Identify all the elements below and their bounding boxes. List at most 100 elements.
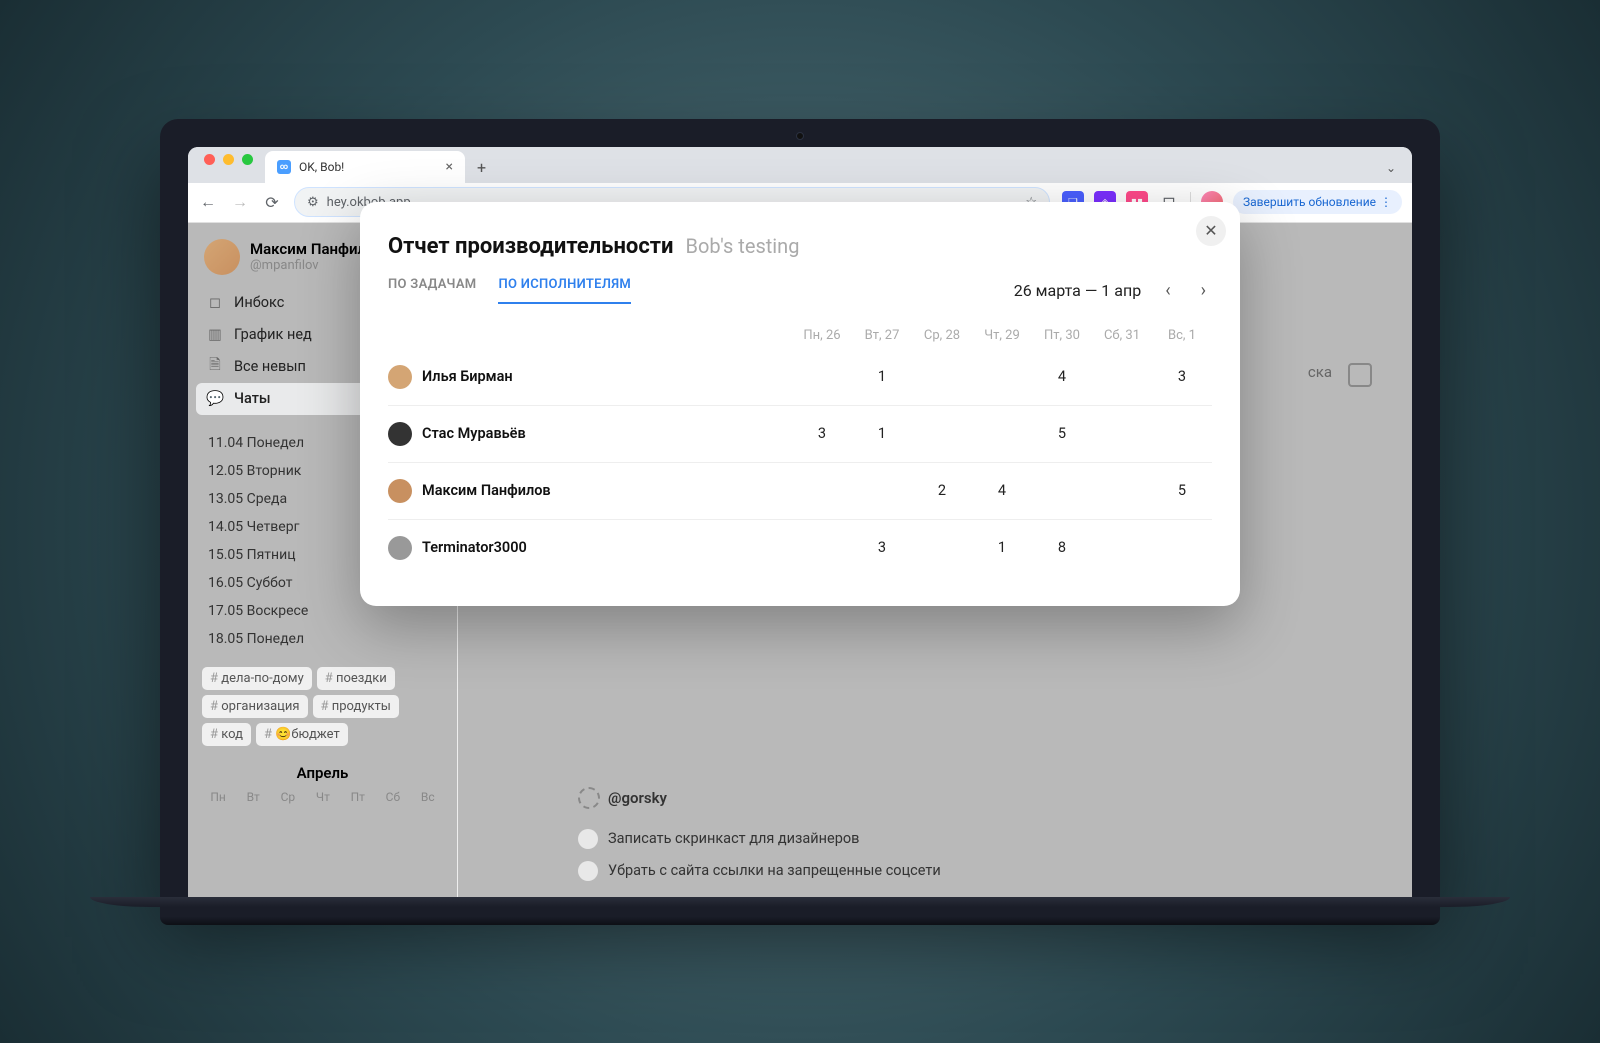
date-range-nav: 26 марта — 1 апр ‹ › bbox=[1014, 278, 1212, 303]
laptop-camera bbox=[796, 132, 804, 140]
assignee-handle: @gorsky bbox=[608, 789, 667, 807]
value-cell: 8 bbox=[1032, 539, 1092, 556]
value-cell: 1 bbox=[852, 425, 912, 442]
productivity-report-modal: ✕ Отчет производительности Bob's testing… bbox=[360, 202, 1240, 606]
tab-by-assignees[interactable]: ПО ИСПОЛНИТЕЛЯМ bbox=[498, 277, 631, 304]
report-row: Илья Бирман 1 4 3 bbox=[388, 349, 1212, 405]
update-browser-button[interactable]: Завершить обновление ⋮ bbox=[1233, 190, 1402, 214]
tag-chip[interactable]: # поездки bbox=[317, 667, 395, 690]
nav-chats-label: Чаты bbox=[234, 390, 271, 407]
assignee-avatar bbox=[388, 536, 412, 560]
nav-overdue-label: Все невып bbox=[234, 358, 306, 375]
prev-week-button[interactable]: ‹ bbox=[1159, 278, 1176, 303]
value-cell: 1 bbox=[852, 368, 912, 385]
value-cell: 4 bbox=[972, 482, 1032, 499]
value-cell: 1 bbox=[972, 539, 1032, 556]
reload-button[interactable]: ⟳ bbox=[262, 193, 282, 212]
next-week-button[interactable]: › bbox=[1195, 278, 1212, 303]
date-item[interactable]: 18.05 Понедел bbox=[204, 625, 441, 653]
minimize-window-icon[interactable] bbox=[223, 154, 234, 165]
weekday-label: Вс bbox=[421, 790, 435, 804]
assignee-cell: Стас Муравьёв bbox=[388, 422, 792, 446]
modal-title: Отчет производительности bbox=[388, 234, 673, 259]
value-cell: 4 bbox=[1032, 368, 1092, 385]
tab-title: OK, Bob! bbox=[299, 160, 344, 174]
board-view-icon[interactable] bbox=[1348, 363, 1372, 387]
user-avatar[interactable] bbox=[204, 239, 240, 275]
report-table: Пн, 26Вт, 27Ср, 28Чт, 29Пт, 30Сб, 31Вс, … bbox=[388, 322, 1212, 576]
task-title: Убрать с сайта ссылки на запрещенные соц… bbox=[608, 862, 941, 879]
weekday-label: Вт bbox=[247, 790, 260, 804]
board-label-partial: ска bbox=[1308, 363, 1332, 387]
report-header-row: Пн, 26Вт, 27Ср, 28Чт, 29Пт, 30Сб, 31Вс, … bbox=[388, 322, 1212, 349]
column-header: Сб, 31 bbox=[1092, 328, 1152, 343]
more-icon: ⋮ bbox=[1380, 195, 1392, 209]
task-checkbox-icon[interactable] bbox=[578, 861, 598, 881]
tag-chip[interactable]: # код bbox=[202, 723, 251, 746]
calendar-icon: ▥ bbox=[206, 326, 224, 344]
column-header: Вс, 1 bbox=[1152, 328, 1212, 343]
report-row: Стас Муравьёв 31 5 bbox=[388, 405, 1212, 462]
tab-favicon-icon: ∞ bbox=[277, 160, 291, 174]
value-cell: 3 bbox=[1152, 368, 1212, 385]
tag-list: # дела-по-дому# поездки # организация# пр… bbox=[196, 667, 449, 746]
weekday-label: Пт bbox=[351, 790, 365, 804]
month-title: Апрель bbox=[196, 764, 449, 782]
browser-tab-strip: ∞ OK, Bob! × + ⌄ bbox=[188, 147, 1412, 183]
maximize-window-icon[interactable] bbox=[242, 154, 253, 165]
tag-chip[interactable]: # 😊бюджет bbox=[256, 723, 348, 746]
report-row: Terminator3000318 bbox=[388, 519, 1212, 576]
column-header: Пн, 26 bbox=[792, 328, 852, 343]
assignee-handle-row: @gorsky bbox=[578, 787, 941, 809]
close-window-icon[interactable] bbox=[204, 154, 215, 165]
laptop-mockup: ∞ OK, Bob! × + ⌄ ← → ⟳ ⚙ hey.okbob.app ☆… bbox=[160, 119, 1440, 925]
browser-tab[interactable]: ∞ OK, Bob! × bbox=[265, 151, 465, 183]
chat-icon: 💬 bbox=[206, 390, 224, 408]
close-modal-button[interactable]: ✕ bbox=[1196, 216, 1226, 246]
laptop-base bbox=[160, 897, 1440, 925]
weekday-label: Пн bbox=[210, 790, 225, 804]
tabs-dropdown-icon[interactable]: ⌄ bbox=[1378, 161, 1404, 183]
value-cell: 3 bbox=[852, 539, 912, 556]
report-row: Максим Панфилов 24 5 bbox=[388, 462, 1212, 519]
nav-inbox-label: Инбокс bbox=[234, 294, 284, 311]
tag-chip[interactable]: # организация bbox=[202, 695, 308, 718]
inbox-icon: ◻ bbox=[206, 294, 224, 312]
assignee-cell: Максим Панфилов bbox=[388, 479, 792, 503]
weekday-label: Сб bbox=[386, 790, 400, 804]
back-button[interactable]: ← bbox=[198, 192, 218, 212]
value-cell: 2 bbox=[912, 482, 972, 499]
board-toolbar: ска bbox=[1308, 363, 1372, 387]
tab-by-tasks[interactable]: ПО ЗАДАЧАМ bbox=[388, 277, 476, 304]
nav-schedule-label: График нед bbox=[234, 326, 312, 343]
assignee-name: Илья Бирман bbox=[422, 368, 513, 385]
weekday-label: Чт bbox=[316, 790, 330, 804]
tasks-section: @gorsky Записать скринкаст для дизайнеро… bbox=[578, 787, 941, 887]
column-header: Ср, 28 bbox=[912, 328, 972, 343]
laptop-screen: ∞ OK, Bob! × + ⌄ ← → ⟳ ⚙ hey.okbob.app ☆… bbox=[160, 119, 1440, 897]
task-row[interactable]: Убрать с сайта ссылки на запрещенные соц… bbox=[578, 855, 941, 887]
update-label: Завершить обновление bbox=[1243, 195, 1376, 209]
browser-window: ∞ OK, Bob! × + ⌄ ← → ⟳ ⚙ hey.okbob.app ☆… bbox=[188, 147, 1412, 897]
task-row[interactable]: Записать скринкаст для дизайнеров bbox=[578, 823, 941, 855]
site-settings-icon[interactable]: ⚙ bbox=[307, 195, 319, 210]
tag-chip[interactable]: # продукты bbox=[313, 695, 399, 718]
window-controls bbox=[196, 154, 261, 175]
tag-chip[interactable]: # дела-по-дому bbox=[202, 667, 312, 690]
weekday-row: Пн Вт Ср Чт Пт Сб Вс bbox=[196, 790, 449, 804]
assignee-avatar bbox=[388, 479, 412, 503]
assignee-name: Максим Панфилов bbox=[422, 482, 551, 499]
assignee-name: Стас Муравьёв bbox=[422, 425, 526, 442]
column-header: Вт, 27 bbox=[852, 328, 912, 343]
task-checkbox-icon[interactable] bbox=[578, 829, 598, 849]
assignee-avatar bbox=[388, 365, 412, 389]
forward-button[interactable]: → bbox=[230, 192, 250, 212]
close-tab-icon[interactable]: × bbox=[446, 159, 453, 175]
value-cell: 3 bbox=[792, 425, 852, 442]
weekday-label: Ср bbox=[281, 790, 296, 804]
new-tab-button[interactable]: + bbox=[469, 158, 494, 183]
date-range-label: 26 марта — 1 апр bbox=[1014, 281, 1141, 300]
value-cell: 5 bbox=[1032, 425, 1092, 442]
value-cell: 5 bbox=[1152, 482, 1212, 499]
column-header: Пт, 30 bbox=[1032, 328, 1092, 343]
